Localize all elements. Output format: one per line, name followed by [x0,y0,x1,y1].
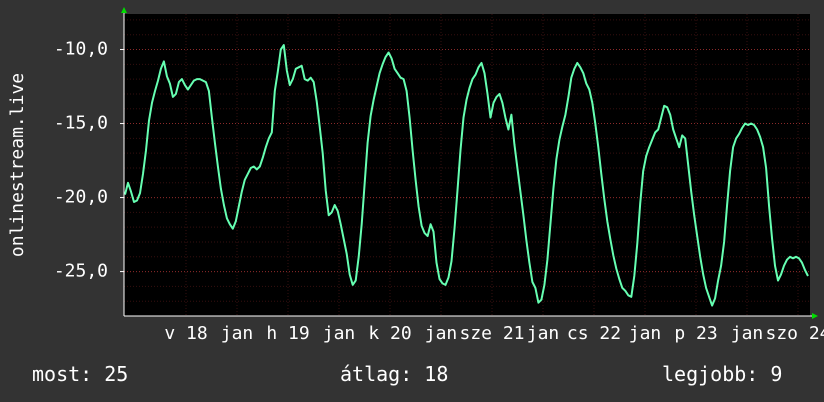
x-tick-label: cs 22 [567,323,621,344]
y-axis-ticks: -10,0 -15,0 -20,0 -25,0 [54,39,124,282]
y-tick-label: -25,0 [54,261,108,282]
x-tick-label: jan [731,323,764,344]
x-tick-label: jan [425,323,458,344]
footer-current: most: 25 [32,362,129,386]
x-tick-label: v 18 [164,323,207,344]
temperature-chart: -10,0 -15,0 -20,0 -25,0 v 18 jan h 19 jan k 20 j… [7,7,824,344]
x-tick-label: h 19 [266,323,309,344]
x-tick-label: k 20 [368,323,411,344]
y-tick-label: -10,0 [54,39,108,60]
x-axis-ticks: v 18 jan h 19 jan k 20 jan sze 21 jan cs 22 jan p … [164,323,824,344]
y-axis-label: onlinestream.live [7,73,28,257]
x-tick-label: jan [629,323,662,344]
footer-average: átlag: 18 [340,362,449,386]
footer-best: legjobb: 9 [662,362,783,386]
x-tick-label: jan [323,323,356,344]
x-tick-label: sze 21 [459,323,524,344]
x-tick-label: jan [527,323,560,344]
x-axis-arrow-marker [812,313,818,319]
y-axis-arrow-marker [121,7,127,13]
y-tick-label: -15,0 [54,113,108,134]
x-tick-label: jan [221,323,254,344]
plot-area [124,14,810,316]
x-tick-label: szo 24 [765,323,824,344]
y-tick-label: -20,0 [54,187,108,208]
x-tick-label: p 23 [674,323,717,344]
